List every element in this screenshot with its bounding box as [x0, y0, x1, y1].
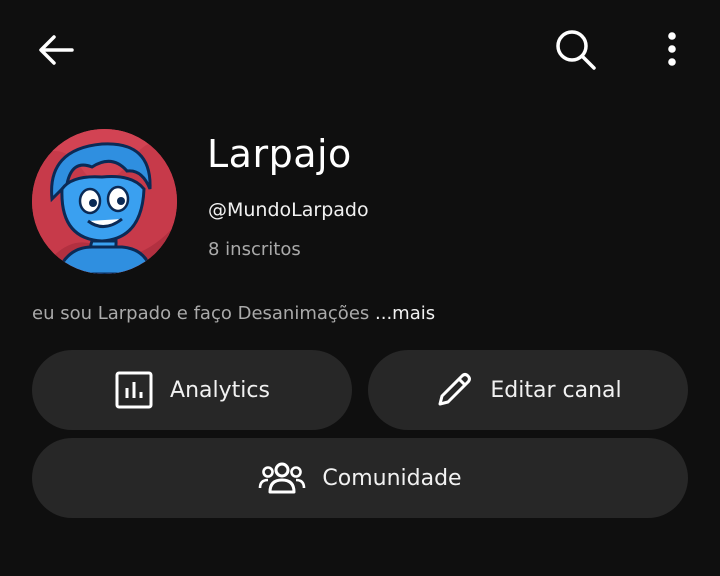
subscriber-count: 8 inscritos: [208, 239, 301, 260]
community-button[interactable]: Comunidade: [32, 438, 688, 518]
more-link[interactable]: ...mais: [375, 303, 435, 324]
more-options-button[interactable]: [648, 22, 696, 78]
community-label: Comunidade: [322, 465, 462, 491]
search-icon: [556, 30, 596, 70]
edit-channel-label: Editar canal: [490, 377, 622, 403]
avatar-illustration: [32, 129, 177, 274]
analytics-label: Analytics: [170, 377, 270, 403]
arrow-left-icon: [39, 35, 74, 65]
channel-name: Larpajo: [207, 132, 352, 176]
analytics-icon: [114, 370, 154, 410]
channel-page: Larpajo @MundoLarpado 8 inscritos eu sou…: [0, 0, 720, 576]
search-button[interactable]: [548, 22, 604, 78]
channel-description-text: eu sou Larpado e faço Desanimações: [32, 303, 375, 324]
pencil-icon: [434, 370, 474, 410]
edit-channel-button[interactable]: Editar canal: [368, 350, 688, 430]
channel-avatar[interactable]: [32, 129, 177, 274]
more-vertical-icon: [668, 32, 676, 66]
analytics-button[interactable]: Analytics: [32, 350, 352, 430]
top-app-bar: [0, 0, 720, 100]
people-icon: [258, 458, 306, 498]
back-button[interactable]: [28, 22, 84, 78]
channel-description[interactable]: eu sou Larpado e faço Desanimações ...ma…: [32, 303, 435, 324]
channel-handle: @MundoLarpado: [208, 199, 369, 221]
